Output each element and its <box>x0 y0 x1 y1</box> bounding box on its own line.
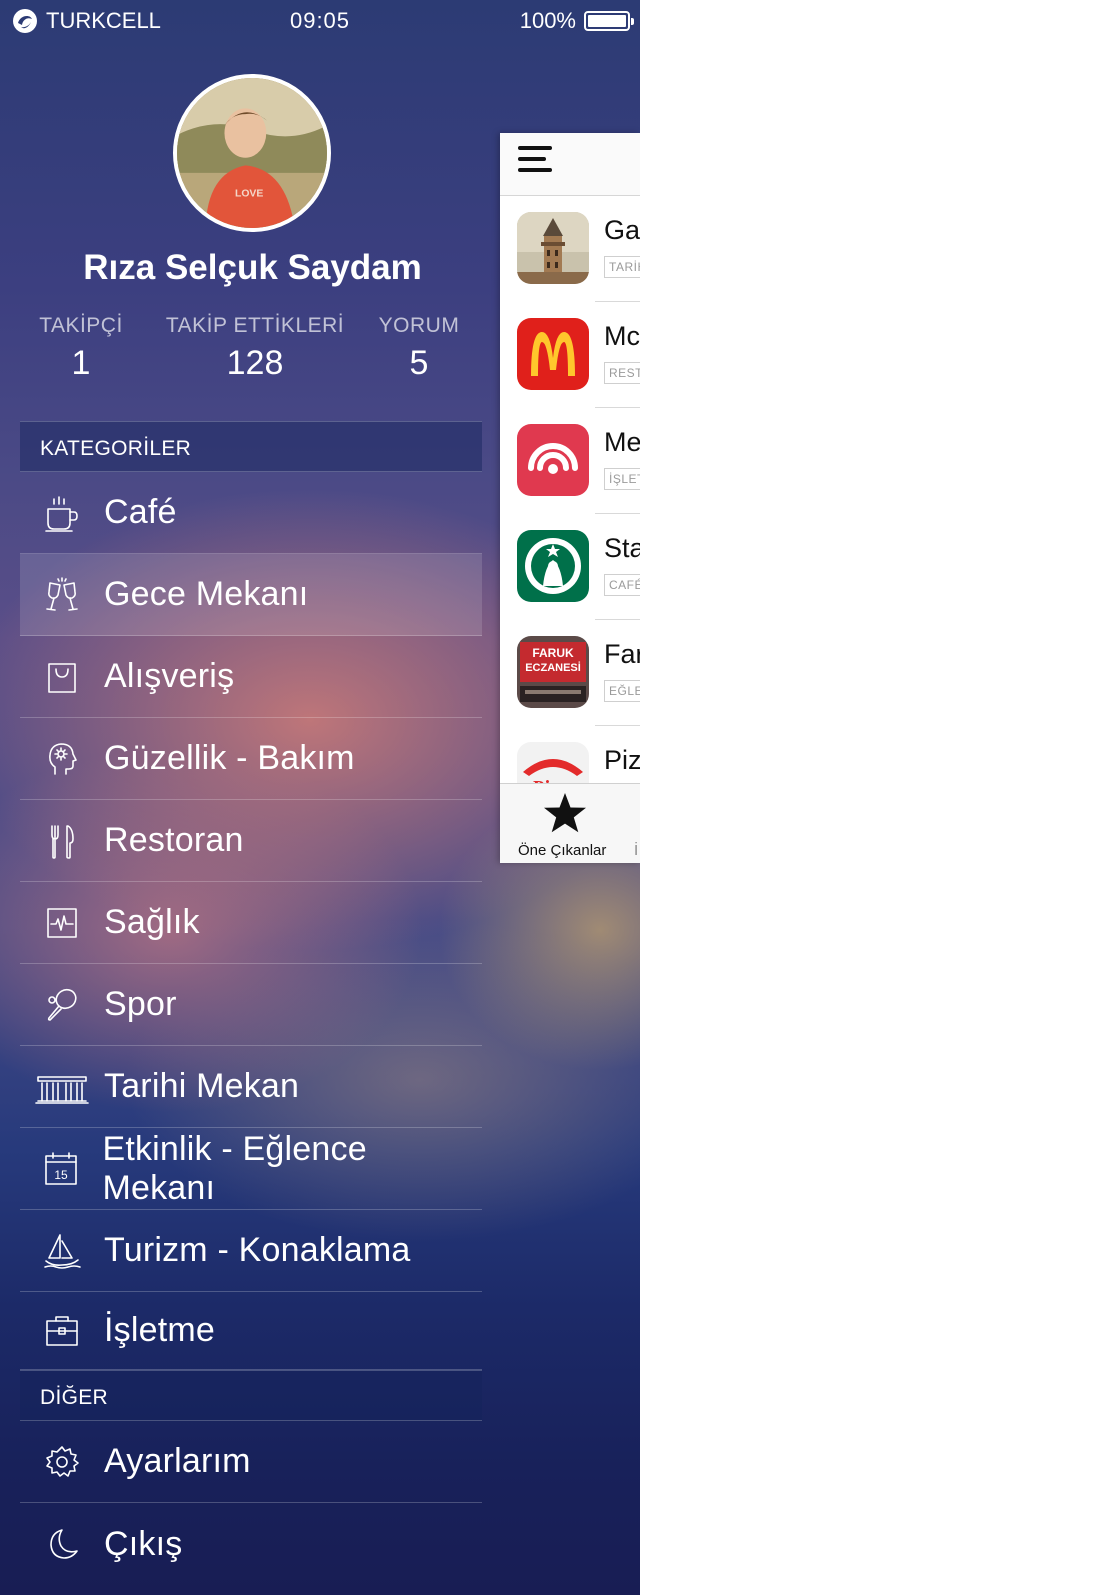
venue-category-tag: CAFÉ <box>604 574 640 596</box>
menu-item-turizm-konaklama[interactable]: Turizm - Konaklama <box>20 1210 482 1292</box>
battery-status: 100% <box>519 8 634 34</box>
menu-label: Güzellik - Bakım <box>104 739 355 777</box>
menu-toggle-icon[interactable] <box>518 146 556 180</box>
battery-fill <box>588 15 626 27</box>
menu-label: Spor <box>104 985 177 1023</box>
venue-title: Mc <box>604 321 640 351</box>
stat-label: TAKİP ETTİKLERİ <box>165 314 345 337</box>
tab-next-peek[interactable]: İ <box>634 842 638 859</box>
main-content-panel[interactable]: Gal TARİH Mc REST Me İŞLET <box>500 133 640 863</box>
venue-category-tag: TARİH <box>604 256 640 278</box>
categories-header: KATEGORİLER <box>20 421 482 472</box>
moon-icon <box>20 1524 104 1564</box>
venue-category-tag: REST <box>604 362 640 384</box>
menu-label: Restoran <box>104 821 244 859</box>
avatar[interactable]: LOVE <box>173 74 331 232</box>
other-header: DİĞER <box>20 1370 482 1421</box>
sailboat-icon <box>20 1231 104 1271</box>
menu-item-cikis[interactable]: Çıkış <box>20 1503 482 1585</box>
list-item[interactable]: Mc REST <box>500 302 640 408</box>
menu-item-gece-mekani[interactable]: Gece Mekanı <box>20 554 482 636</box>
venue-title: Me <box>604 427 640 457</box>
stat-value: 5 <box>409 344 429 382</box>
menu-label: Etkinlik - Eğlence Mekanı <box>102 1129 367 1207</box>
starbucks-logo <box>517 530 589 602</box>
venue-title: Far <box>604 639 640 669</box>
menu-label: Sağlık <box>104 903 200 941</box>
menu-item-restoran[interactable]: Restoran <box>20 800 482 882</box>
list-item[interactable]: Gal TARİH <box>500 196 640 302</box>
stat-following[interactable]: TAKİP ETTİKLERİ 128 <box>155 314 355 383</box>
menu-label: Gece Mekanı <box>104 575 309 613</box>
side-menu: KATEGORİLER Café Gece Mekanı Alışveriş G… <box>20 421 482 1585</box>
menu-item-cafe[interactable]: Café <box>20 472 482 554</box>
mcdonalds-logo <box>517 318 589 390</box>
historic-building-icon <box>20 1067 104 1107</box>
list-item[interactable]: FARUKECZANESİ Far EĞLE <box>500 620 640 726</box>
menu-label: Alışveriş <box>104 657 235 695</box>
battery-percent: 100% <box>519 8 576 33</box>
gear-icon <box>20 1442 104 1482</box>
nav-bar <box>500 133 640 196</box>
menu-label: Café <box>104 493 177 531</box>
coffee-cup-icon <box>20 493 104 533</box>
sign-text: ECZANESİ <box>525 661 581 674</box>
status-bar: TURKCELL 09:05 100% <box>0 0 640 42</box>
menu-label: Ayarlarım <box>104 1442 251 1480</box>
list-item[interactable]: Sta CAFÉ <box>500 514 640 620</box>
list-item[interactable]: Me İŞLET <box>500 408 640 514</box>
stat-value: 128 <box>226 344 284 382</box>
venue-title: Piz <box>604 745 640 775</box>
menu-item-tarihi-mekan[interactable]: Tarihi Mekan <box>20 1046 482 1128</box>
menu-item-saglik[interactable]: Sağlık <box>20 882 482 964</box>
menu-item-ayarlarim[interactable]: Ayarlarım <box>20 1421 482 1503</box>
menu-item-alisveris[interactable]: Alışveriş <box>20 636 482 718</box>
star-icon[interactable] <box>542 790 588 836</box>
menu-item-isletme[interactable]: İşletme <box>20 1292 482 1370</box>
menu-item-etkinlik-eglence[interactable]: 15 Etkinlik - Eğlence Mekanı <box>20 1128 482 1210</box>
galata-tower-thumb <box>517 212 589 284</box>
sign-text: FARUK <box>532 646 574 660</box>
stat-value: 1 <box>71 344 91 382</box>
shopping-bag-icon <box>20 657 104 697</box>
stat-comments[interactable]: YORUM 5 <box>360 314 478 383</box>
fork-knife-icon <box>20 821 104 861</box>
menu-label: Çıkış <box>104 1524 183 1563</box>
tab-bar: Öne Çıkanlar İ <box>500 783 640 863</box>
venue-category-tag: EĞLE <box>604 680 640 702</box>
calendar-day: 15 <box>55 1168 69 1182</box>
tab-featured[interactable]: Öne Çıkanlar <box>518 842 606 859</box>
svg-text:LOVE: LOVE <box>235 189 263 200</box>
pharmacy-sign-thumb: FARUK ECZANESİ <box>517 636 589 708</box>
wifi-signal-logo <box>517 424 589 496</box>
menu-label: İşletme <box>104 1311 215 1349</box>
venue-title: Gal <box>604 215 640 245</box>
calendar-icon: 15 <box>20 1149 102 1189</box>
menu-label: Tarihi Mekan <box>104 1067 300 1105</box>
profile-name: Rıza Selçuk Saydam <box>83 248 422 287</box>
battery-icon <box>584 11 634 31</box>
venue-category-tag: İŞLET <box>604 468 640 490</box>
stat-label: TAKİPÇİ <box>39 314 123 337</box>
stat-label: YORUM <box>378 314 460 337</box>
stat-followers[interactable]: TAKİPÇİ 1 <box>22 314 140 383</box>
menu-item-guzellik-bakim[interactable]: Güzellik - Bakım <box>20 718 482 800</box>
phone-screen: TURKCELL 09:05 100% LOVE Rıza Selçuk Say… <box>0 0 640 1595</box>
cheers-glasses-icon <box>20 575 104 615</box>
venue-title: Sta <box>604 533 640 563</box>
heartbeat-icon <box>20 903 104 943</box>
racket-icon <box>20 985 104 1025</box>
venue-list: Gal TARİH Mc REST Me İŞLET <box>500 196 640 863</box>
avatar-photo: LOVE <box>177 78 327 228</box>
beauty-head-icon <box>20 739 104 779</box>
briefcase-icon <box>20 1311 104 1351</box>
menu-item-spor[interactable]: Spor <box>20 964 482 1046</box>
menu-label: Turizm - Konaklama <box>104 1231 411 1269</box>
